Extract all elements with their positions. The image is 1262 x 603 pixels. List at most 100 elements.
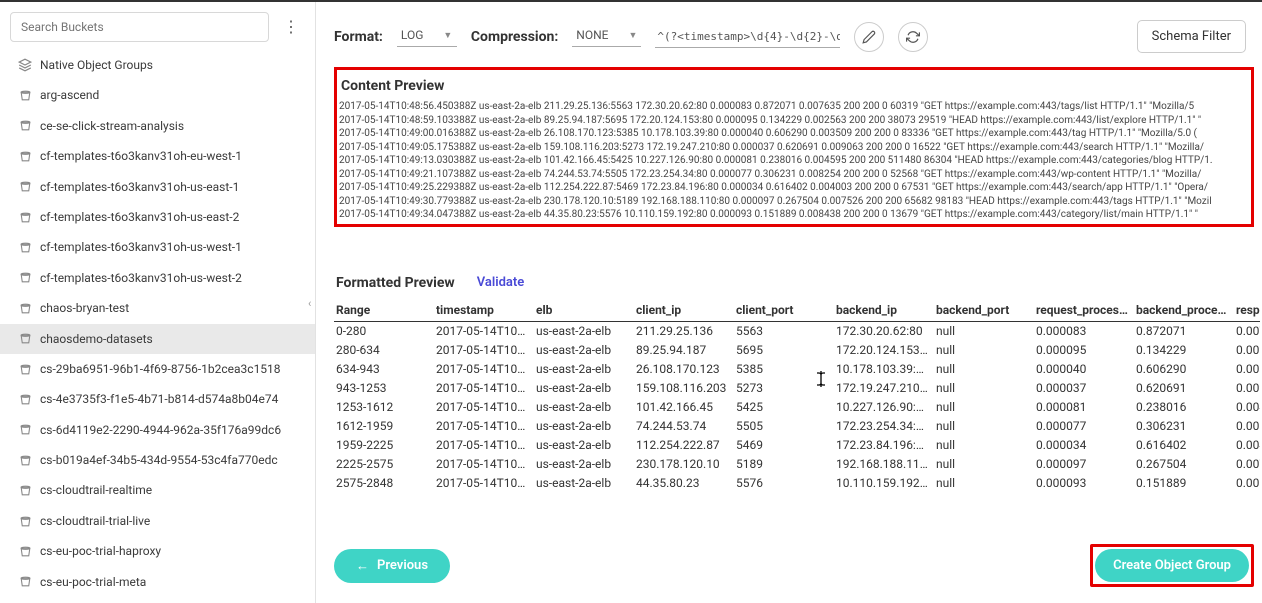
sidebar-bucket-item[interactable]: cf-templates-t6o3kanv31oh-eu-west-1: [0, 141, 315, 171]
bucket-label: ce-se-click-stream-analysis: [40, 116, 184, 136]
table-row[interactable]: 0-2802017-05-14T10:4...us-east-2a-elb211…: [334, 321, 1260, 341]
previous-button[interactable]: ← Previous: [334, 549, 450, 583]
table-cell: us-east-2a-elb: [534, 474, 634, 493]
table-header[interactable]: elb: [534, 299, 634, 322]
table-cell: 0.008: [1234, 474, 1260, 493]
sidebar-bucket-item[interactable]: cs-cloudtrail-trial-live: [0, 506, 315, 536]
table-cell: null: [934, 379, 1034, 398]
native-object-groups[interactable]: Native Object Groups: [0, 50, 315, 80]
create-object-group-button[interactable]: Create Object Group: [1095, 549, 1249, 582]
footer: ← Previous Create Object Group: [334, 532, 1260, 603]
sidebar-bucket-item[interactable]: cf-templates-t6o3kanv31oh-us-west-2: [0, 263, 315, 293]
table-row[interactable]: 1253-16122017-05-14T10:4...us-east-2a-el…: [334, 398, 1260, 417]
chevron-down-icon: ▼: [628, 30, 637, 41]
bucket-label: cs-eu-poc-trial-meta: [40, 572, 146, 592]
table-header[interactable]: backend_ip: [834, 299, 934, 322]
sidebar-bucket-item[interactable]: cf-templates-t6o3kanv31oh-us-west-1: [0, 232, 315, 262]
table-cell: null: [934, 341, 1034, 360]
table-cell: us-east-2a-elb: [534, 360, 634, 379]
sidebar-bucket-item[interactable]: cs-f7ea630a-ebdf-4a2b-b1a8-12159ee0ee27: [0, 597, 315, 603]
sidebar-bucket-item[interactable]: cs-eu-poc-trial-meta: [0, 567, 315, 597]
table-header[interactable]: backend_process...: [1134, 299, 1234, 322]
table-cell: 0.000077: [1034, 417, 1134, 436]
table-cell: 89.25.94.187: [634, 341, 734, 360]
table-cell: 172.23.254.34:8...: [834, 417, 934, 436]
table-header[interactable]: client_port: [734, 299, 834, 322]
table-header[interactable]: backend_port: [934, 299, 1034, 322]
create-highlight: Create Object Group: [1090, 544, 1254, 587]
table-cell: null: [934, 360, 1034, 379]
table-cell: 0.238016: [1134, 398, 1234, 417]
table-header[interactable]: respo: [1234, 299, 1260, 322]
table-row[interactable]: 1959-22252017-05-14T10:4...us-east-2a-el…: [334, 436, 1260, 455]
table-cell: null: [934, 398, 1034, 417]
bucket-icon: [18, 484, 32, 498]
table-cell: 280-634: [334, 341, 434, 360]
table-cell: us-east-2a-elb: [534, 379, 634, 398]
table-cell: 101.42.166.45: [634, 398, 734, 417]
bucket-tree[interactable]: Native Object Groups arg-ascend ce-se-cli…: [0, 50, 315, 603]
table-cell: 0.134229: [1134, 341, 1234, 360]
table-cell: null: [934, 436, 1034, 455]
table-cell: 5273: [734, 379, 834, 398]
table-row[interactable]: 2225-25752017-05-14T10:4...us-east-2a-el…: [334, 455, 1260, 474]
validate-link[interactable]: Validate: [477, 275, 525, 290]
schema-filter-button[interactable]: Schema Filter: [1137, 20, 1246, 53]
bucket-icon: [18, 301, 32, 315]
bucket-icon: [18, 149, 32, 163]
table-row[interactable]: 1612-19592017-05-14T10:4...us-east-2a-el…: [334, 417, 1260, 436]
table-row[interactable]: 943-12532017-05-14T10:4...us-east-2a-elb…: [334, 379, 1260, 398]
bucket-icon: [18, 332, 32, 346]
sidebar-bucket-item[interactable]: cs-29ba6951-96b1-4f69-8756-1b2cea3c1518: [0, 354, 315, 384]
refresh-button[interactable]: [898, 22, 928, 52]
more-icon[interactable]: ⋮: [277, 19, 305, 35]
table-cell: null: [934, 417, 1034, 436]
sidebar-bucket-item[interactable]: cf-templates-t6o3kanv31oh-us-east-2: [0, 202, 315, 232]
search-input[interactable]: [10, 12, 269, 42]
table-row[interactable]: 280-6342017-05-14T10:4...us-east-2a-elb8…: [334, 341, 1260, 360]
table-header[interactable]: timestamp: [434, 299, 534, 322]
regex-input[interactable]: ^(?<timestamp>\d{4}-\d{2}-\d{2}T\d{2}:\d…: [655, 26, 840, 48]
sidebar-bucket-item[interactable]: cs-eu-poc-trial-haproxy: [0, 536, 315, 566]
compression-select[interactable]: NONE ▼: [572, 26, 641, 47]
sidebar-bucket-item[interactable]: cf-templates-t6o3kanv31oh-us-east-1: [0, 172, 315, 202]
bucket-icon: [18, 180, 32, 194]
table-cell: 172.19.247.210:...: [834, 379, 934, 398]
table-cell: us-east-2a-elb: [534, 341, 634, 360]
format-select[interactable]: LOG ▼: [397, 26, 457, 47]
table-cell: us-east-2a-elb: [534, 436, 634, 455]
table-cell: 0.008: [1234, 417, 1260, 436]
chevron-down-icon: ▼: [443, 30, 452, 41]
table-cell: 1612-1959: [334, 417, 434, 436]
table-cell: 2575-2848: [334, 474, 434, 493]
bucket-label: chaos-bryan-test: [40, 298, 129, 318]
format-label: Format:: [334, 29, 383, 45]
table-cell: 0.009: [1234, 379, 1260, 398]
table-header[interactable]: request_process...: [1034, 299, 1134, 322]
table-cell: 10.227.126.90:8...: [834, 398, 934, 417]
sidebar-bucket-item[interactable]: chaos-bryan-test: [0, 293, 315, 323]
table-cell: 1959-2225: [334, 436, 434, 455]
sidebar-bucket-item[interactable]: cs-6d4119e2-2290-4944-962a-35f176a99dc6: [0, 415, 315, 445]
table-row[interactable]: 2575-28482017-05-14T10:4...us-east-2a-el…: [334, 474, 1260, 493]
bucket-icon: [18, 119, 32, 133]
bucket-icon: [18, 453, 32, 467]
table-header[interactable]: client_ip: [634, 299, 734, 322]
bucket-icon: [18, 271, 32, 285]
sidebar-bucket-item[interactable]: cs-cloudtrail-realtime: [0, 475, 315, 505]
sidebar-bucket-item[interactable]: cs-4e3735f3-f1e5-4b71-b814-d574a8b04e74: [0, 384, 315, 414]
sidebar-bucket-item[interactable]: cs-b019a4ef-34b5-434d-9554-53c4fa770edc: [0, 445, 315, 475]
table-cell: 10.110.159.192:...: [834, 474, 934, 493]
bucket-label: cf-templates-t6o3kanv31oh-eu-west-1: [40, 146, 242, 166]
table-cell: 0.000083: [1034, 321, 1134, 341]
table-header[interactable]: Range: [334, 299, 434, 322]
sidebar-bucket-item[interactable]: arg-ascend: [0, 80, 315, 110]
bucket-icon: [18, 89, 32, 103]
table-cell: us-east-2a-elb: [534, 455, 634, 474]
sidebar-bucket-item[interactable]: chaosdemo-datasets: [0, 324, 315, 354]
sidebar-bucket-item[interactable]: ce-se-click-stream-analysis: [0, 111, 315, 141]
edit-button[interactable]: [854, 22, 884, 52]
table-cell: 5469: [734, 436, 834, 455]
formatted-preview-title: Formatted Preview: [336, 275, 455, 291]
table-row[interactable]: 634-9432017-05-14T10:4...us-east-2a-elb2…: [334, 360, 1260, 379]
